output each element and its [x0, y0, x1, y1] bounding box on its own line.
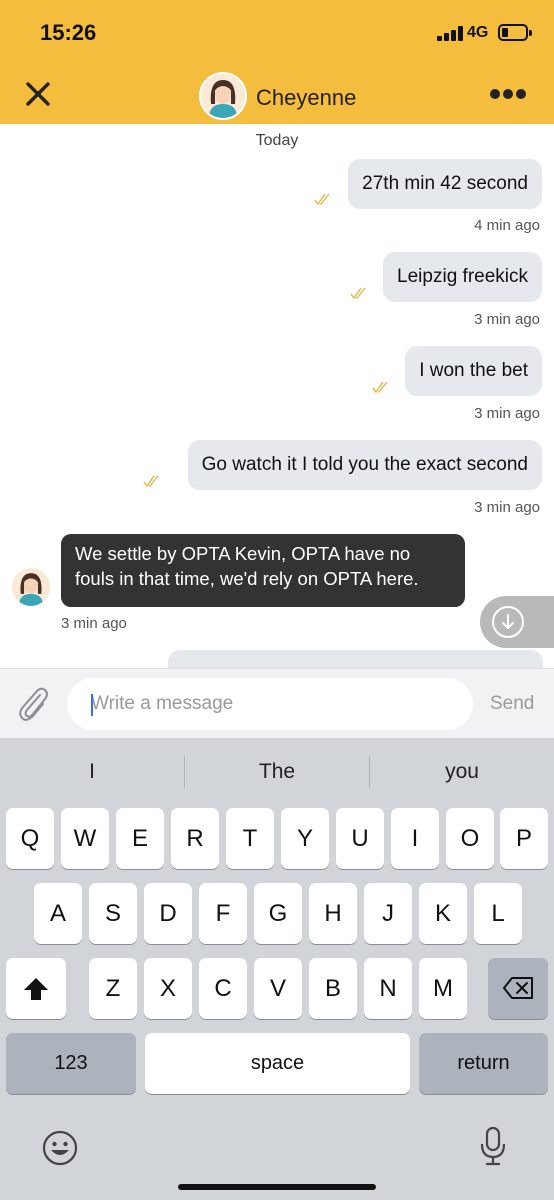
on-screen-keyboard: I The you Q W E R T Y U I O P A S D F G … — [0, 738, 554, 1200]
suggestion-item[interactable]: you — [370, 760, 554, 784]
close-icon — [26, 82, 50, 106]
key[interactable]: H — [309, 883, 357, 944]
paperclip-icon — [19, 687, 48, 721]
battery-icon — [498, 24, 532, 41]
contact-name[interactable]: Cheyenne — [256, 85, 356, 111]
microphone-icon — [480, 1126, 506, 1166]
read-receipt-icon — [372, 381, 388, 394]
text-cursor — [91, 694, 93, 716]
numbers-key[interactable]: 123 — [6, 1033, 136, 1094]
shift-icon — [24, 978, 48, 1000]
key[interactable]: Q — [6, 808, 54, 869]
key[interactable]: I — [391, 808, 439, 869]
date-separator: Today — [255, 132, 299, 149]
close-button[interactable] — [24, 80, 52, 108]
send-button[interactable]: Send — [490, 693, 534, 715]
message-timestamp: 3 min ago — [61, 615, 127, 632]
attach-button[interactable] — [16, 685, 50, 723]
message-timestamp: 3 min ago — [474, 311, 540, 328]
incoming-message-line: fouls in that time, we'd rely on OPTA he… — [75, 568, 419, 589]
key[interactable]: M — [419, 958, 467, 1019]
outgoing-message-bubble-partial[interactable] — [168, 650, 543, 668]
avatar-icon — [12, 568, 50, 606]
emoji-icon — [42, 1130, 78, 1166]
key[interactable]: U — [336, 808, 384, 869]
key[interactable]: V — [254, 958, 302, 1019]
key[interactable]: L — [474, 883, 522, 944]
key[interactable]: Z — [89, 958, 137, 1019]
key[interactable]: D — [144, 883, 192, 944]
outgoing-message-bubble[interactable]: 27th min 42 second — [348, 159, 542, 209]
key[interactable]: K — [419, 883, 467, 944]
network-type: 4G — [467, 24, 489, 41]
message-input[interactable] — [67, 678, 473, 730]
shift-key[interactable] — [6, 958, 66, 1019]
incoming-message-line: We settle by OPTA Kevin, OPTA have no — [75, 543, 411, 564]
key[interactable]: E — [116, 808, 164, 869]
key[interactable]: O — [446, 808, 494, 869]
arrow-down-circle-icon — [492, 606, 524, 638]
signal-strength-icon — [437, 26, 463, 41]
emoji-button[interactable] — [42, 1130, 78, 1166]
outgoing-message-bubble[interactable]: Go watch it I told you the exact second — [187, 440, 542, 490]
incoming-message-bubble[interactable]: We settle by OPTA Kevin, OPTA have no fo… — [61, 534, 465, 607]
key[interactable]: W — [61, 808, 109, 869]
read-receipt-icon — [143, 475, 159, 488]
message-timestamp: 4 min ago — [474, 217, 540, 234]
sender-avatar[interactable] — [12, 568, 50, 606]
dictation-button[interactable] — [480, 1126, 506, 1166]
backspace-icon — [503, 977, 533, 999]
message-timestamp: 3 min ago — [474, 405, 540, 422]
key[interactable]: F — [199, 883, 247, 944]
suggestion-item[interactable]: I — [0, 760, 184, 784]
key[interactable]: C — [199, 958, 247, 1019]
key[interactable]: R — [171, 808, 219, 869]
more-options-button[interactable] — [488, 87, 528, 101]
outgoing-message-bubble[interactable]: Leipzig freekick — [383, 252, 542, 302]
key[interactable]: Y — [281, 808, 329, 869]
key[interactable]: N — [364, 958, 412, 1019]
contact-avatar[interactable] — [199, 72, 247, 120]
message-composer: Send — [0, 668, 554, 738]
key[interactable]: G — [254, 883, 302, 944]
suggestion-item[interactable]: The — [185, 760, 369, 784]
key[interactable]: P — [500, 808, 548, 869]
message-list[interactable]: Today 27th min 42 second 4 min ago Leipz… — [0, 124, 554, 668]
read-receipt-icon — [314, 193, 330, 206]
return-key[interactable]: return — [419, 1033, 548, 1094]
avatar-icon — [201, 74, 245, 118]
key[interactable]: B — [309, 958, 357, 1019]
key[interactable]: J — [364, 883, 412, 944]
status-time: 15:26 — [40, 20, 97, 45]
message-timestamp: 3 min ago — [474, 499, 540, 516]
outgoing-message-bubble[interactable]: I won the bet — [405, 346, 542, 396]
key[interactable]: S — [89, 883, 137, 944]
key[interactable]: X — [144, 958, 192, 1019]
backspace-key[interactable] — [488, 958, 548, 1019]
read-receipt-icon — [350, 287, 366, 300]
chat-header: 15:26 4G Cheyenne — [0, 0, 554, 124]
home-indicator — [178, 1184, 376, 1190]
key[interactable]: A — [34, 883, 82, 944]
key[interactable]: T — [226, 808, 274, 869]
scroll-to-bottom-button[interactable] — [480, 596, 554, 648]
space-key[interactable]: space — [145, 1033, 410, 1094]
